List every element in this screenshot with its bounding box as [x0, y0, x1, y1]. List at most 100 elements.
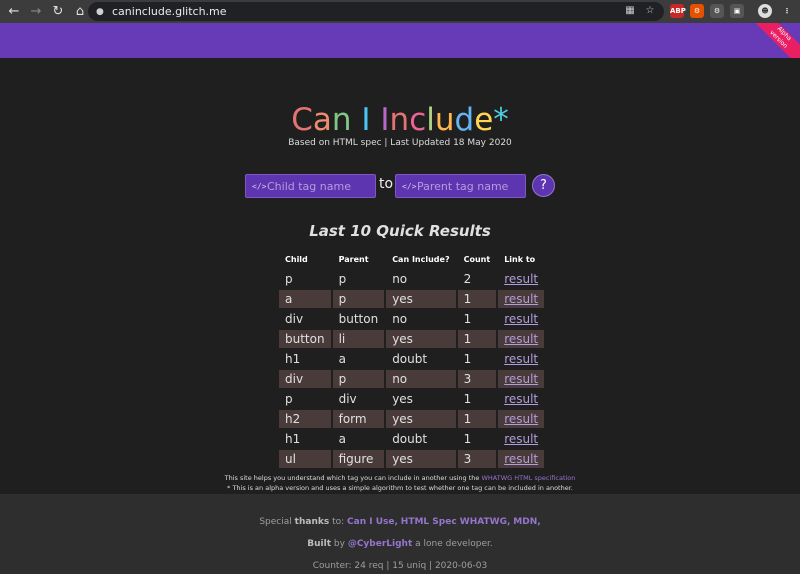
result-link[interactable]: result [504, 372, 538, 386]
table-row: h1 a doubt 1 result [279, 350, 544, 368]
count-cell: 1 [463, 432, 472, 446]
can-include-cell: no [392, 272, 408, 286]
result-link[interactable]: result [504, 452, 538, 466]
parent-tag-field[interactable]: </> [395, 174, 526, 198]
child-tag-field[interactable]: </> [245, 174, 376, 198]
browser-toolbar: ← → ↻ ⌂ ● caninclude.glitch.me ▦ ☆ ABP ⚙… [0, 0, 800, 23]
table-row: h2 form yes 1 result [279, 410, 545, 428]
result-link[interactable]: result [504, 312, 538, 326]
forward-arrow-icon[interactable]: → [28, 4, 44, 20]
title-letter [371, 102, 381, 138]
child-cell: button [279, 330, 331, 348]
table-header-row: Child Parent Can Include? Count Link to [279, 250, 544, 268]
child-cell: a [279, 290, 331, 308]
can-include-cell: yes [386, 330, 456, 348]
title-letter: I [380, 102, 390, 138]
search-form: </> to </> ? [0, 174, 800, 198]
column-header: Parent [338, 254, 369, 264]
thanks-bold: thanks [294, 517, 330, 527]
built-by: by [333, 539, 345, 549]
thanks-to: to: [332, 517, 345, 527]
title-letter [352, 102, 362, 138]
avatar[interactable]: ☻ [758, 4, 772, 18]
column-header: Link to [504, 254, 536, 264]
can-include-cell: yes [392, 392, 413, 406]
count-cell: 2 [463, 272, 472, 286]
link-cell: result [498, 370, 545, 388]
parent-cell: form [332, 410, 385, 428]
link-cell: result [498, 330, 545, 348]
code-icon: </> [402, 181, 417, 191]
page-footer: Special thanks to: Can I Use, HTML Spec … [0, 494, 800, 574]
link-cell: result [498, 350, 544, 368]
result-link[interactable]: result [504, 352, 538, 366]
mdn-link[interactable]: MDN, [513, 517, 540, 527]
home-icon[interactable]: ⌂ [72, 4, 88, 20]
caniuse-link[interactable]: Can I Use, [347, 517, 398, 527]
address-bar[interactable]: ● caninclude.glitch.me ▦ ☆ [88, 2, 664, 21]
can-include-cell: yes [386, 450, 456, 468]
whatwg-link[interactable]: HTML Spec WHATWG, [401, 517, 511, 527]
parent-cell: a [338, 432, 346, 446]
parent-cell: li [332, 330, 385, 348]
more-menu-icon[interactable]: ⋮ [780, 4, 794, 18]
built-suffix: a lone developer. [415, 539, 493, 549]
column-header: Can Include? [392, 254, 450, 264]
table-row: p div yes 1 result [279, 390, 544, 408]
title-letter: c [409, 102, 427, 138]
can-include-cell: doubt [392, 352, 428, 366]
result-link[interactable]: result [504, 332, 538, 346]
result-link[interactable]: result [504, 292, 538, 306]
back-arrow-icon[interactable]: ← [6, 4, 22, 20]
title-letter: e [474, 102, 494, 138]
child-cell: p [285, 272, 293, 286]
adblock-icon[interactable]: ABP [670, 4, 686, 18]
whatwg-spec-link[interactable]: WHATWG HTML specification [481, 474, 575, 482]
link-cell: result [498, 390, 544, 408]
can-include-cell: yes [386, 410, 456, 428]
table-row: button li yes 1 result [279, 330, 545, 348]
count-cell: 3 [457, 450, 497, 468]
author-link[interactable]: @CyberLight [348, 539, 412, 549]
table-row: p p no 2 result [279, 270, 544, 288]
built-bold: Built [307, 539, 332, 549]
child-cell: div [285, 312, 304, 326]
parent-tag-input[interactable] [417, 179, 517, 193]
link-cell: result [498, 270, 544, 288]
result-link[interactable]: result [504, 272, 538, 286]
results-table: Child Parent Can Include? Count Link to … [277, 248, 546, 470]
results-title: Last 10 Quick Results [309, 222, 491, 240]
reload-icon[interactable]: ↻ [50, 4, 66, 20]
result-link[interactable]: result [504, 412, 538, 426]
link-cell: result [498, 450, 545, 468]
count-cell: 1 [463, 312, 472, 326]
built-line: Built by @CyberLight a lone developer. [0, 539, 800, 549]
help-button[interactable]: ? [532, 174, 555, 197]
child-cell: div [279, 370, 331, 388]
link-cell: result [498, 410, 545, 428]
link-cell: result [498, 290, 545, 308]
translate-icon[interactable]: ▦ [624, 5, 636, 17]
code-icon: </> [252, 181, 267, 191]
result-link[interactable]: result [504, 392, 538, 406]
count-cell: 1 [463, 392, 472, 406]
title-letter: d [454, 102, 475, 138]
child-tag-input[interactable] [267, 179, 367, 193]
bookmark-star-icon[interactable]: ☆ [644, 5, 656, 17]
table-row: div button no 1 result [279, 310, 544, 328]
column-header: Child [285, 254, 308, 264]
result-link[interactable]: result [504, 432, 538, 446]
url-text: caninclude.glitch.me [112, 5, 227, 18]
extension-gear-icon[interactable]: ⚙ [690, 4, 704, 18]
column-header: Count [463, 254, 491, 264]
parent-cell: p [332, 290, 385, 308]
extension-settings-icon[interactable]: ⚙ [710, 4, 724, 18]
site-description: This site helps you understand which tag… [0, 474, 800, 482]
table-row: div p no 3 result [279, 370, 545, 388]
child-cell: ul [279, 450, 331, 468]
count-cell: 1 [457, 330, 497, 348]
parent-cell: button [338, 312, 379, 326]
camera-icon[interactable]: ▣ [730, 4, 744, 18]
table-row: h1 a doubt 1 result [279, 430, 544, 448]
counter-text: Counter: 24 req | 15 uniq | 2020-06-03 [312, 561, 488, 571]
